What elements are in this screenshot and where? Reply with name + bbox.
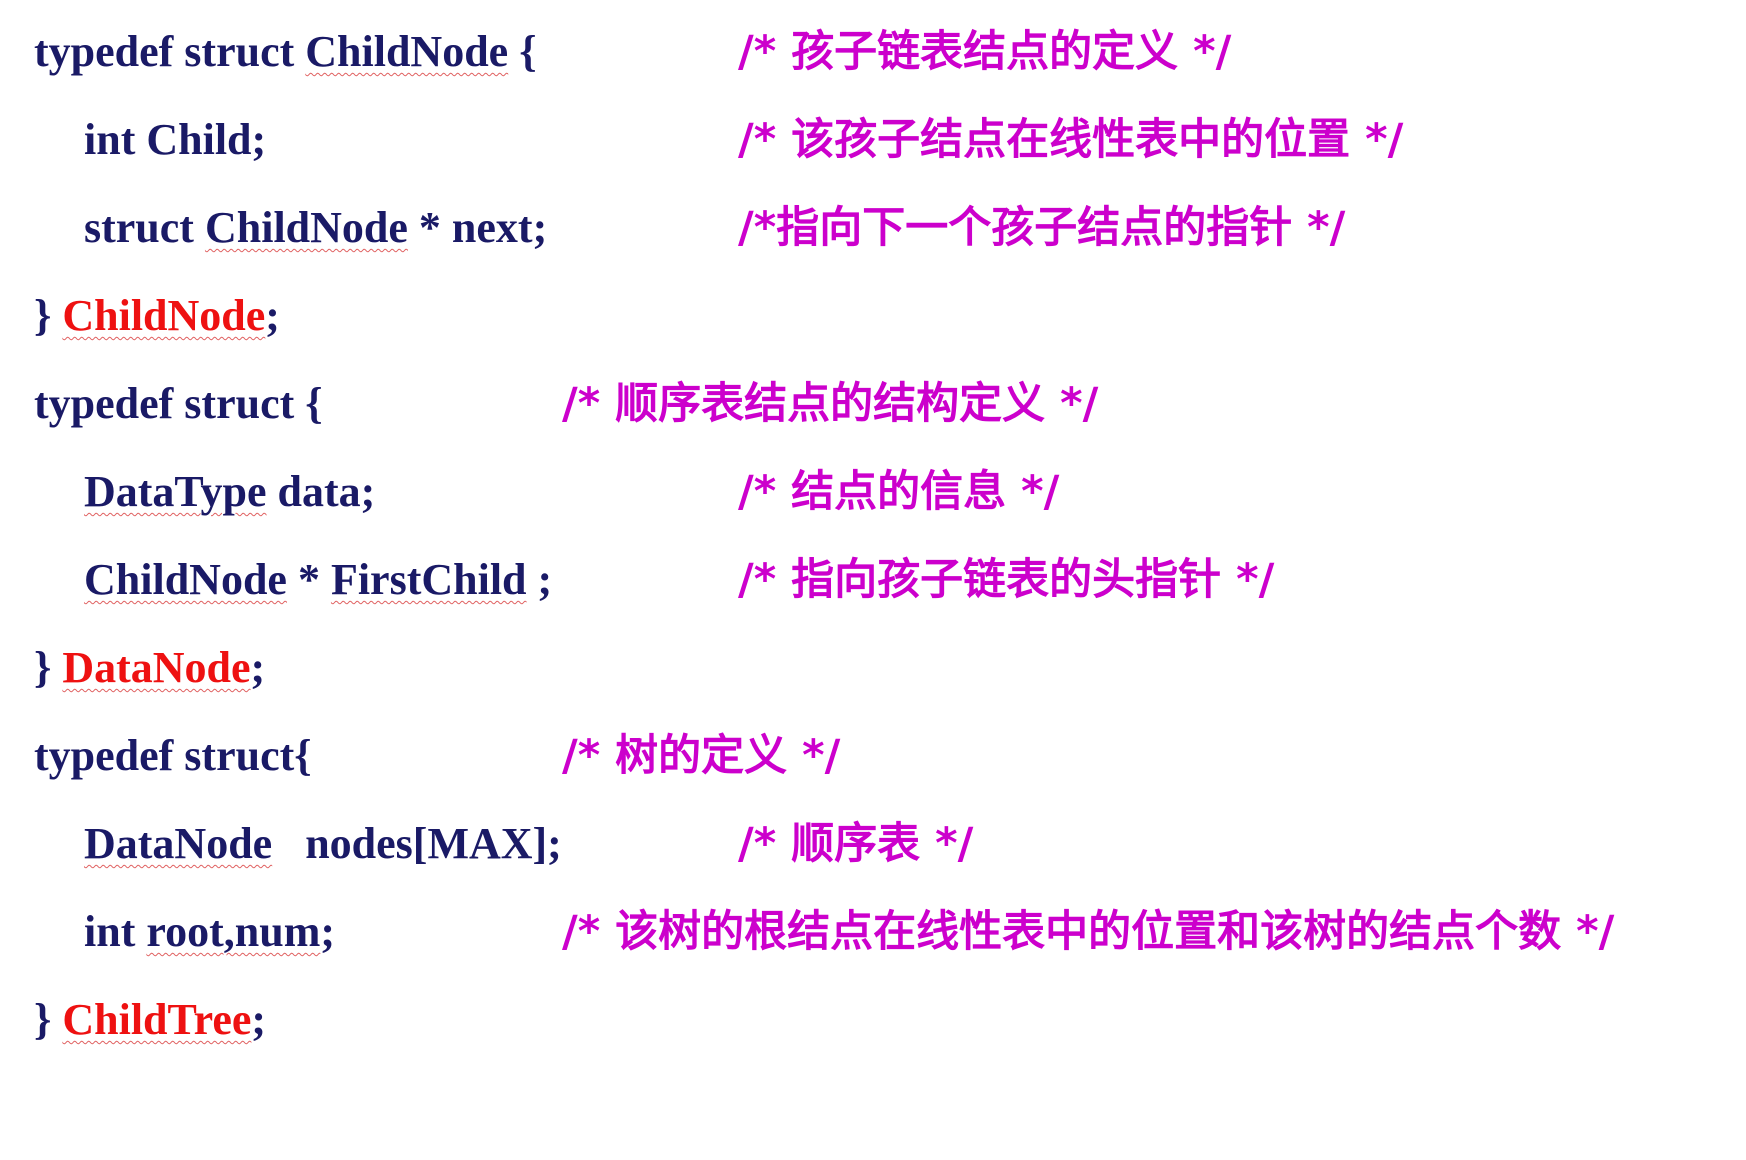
code-text: } DataNode; [34,638,265,698]
code-line-5: typedef struct { /* 顺序表结点的结构定义 */ [0,374,1746,434]
type-name: DataType [84,467,267,516]
type-name: DataNode [84,819,273,868]
code-listing: typedef struct ChildNode { /* 孩子链表结点的定义 … [0,0,1746,1160]
code-punct: ; [265,291,280,340]
code-punct: ; [526,555,553,604]
code-line-8: } DataNode; [0,638,1746,698]
code-text: typedef struct ChildNode { [34,22,537,82]
code-punct: * next; [407,203,548,252]
code-comment: /*指向下一个孩子结点的指针 */ [738,203,1346,253]
code-line-7: ChildNode * FirstChild ; /* 指向孩子链表的头指针 *… [0,550,1746,610]
code-punct: ; [250,643,266,692]
code-keyword: struct [84,203,205,252]
code-text: } ChildTree; [34,990,266,1050]
code-line-1: typedef struct ChildNode { /* 孩子链表结点的定义 … [0,22,1746,82]
field-name: root,num [146,907,321,956]
code-comment: /* 顺序表结点的结构定义 */ [562,379,1099,429]
code-punct: } [34,291,63,340]
code-text: int root,num; [84,902,335,962]
code-text: struct ChildNode * next; [84,198,547,258]
code-comment: /* 结点的信息 */ [738,467,1060,517]
code-text: typedef struct{ [34,731,312,780]
typedef-name: ChildTree [62,995,252,1044]
typedef-name: DataNode [62,643,251,692]
code-text: ChildNode * FirstChild ; [84,550,552,610]
code-comment: /* 指向孩子链表的头指针 */ [738,555,1275,605]
code-punct: data; [266,467,376,516]
type-name: ChildNode [305,27,509,76]
code-line-6: DataType data; /* 结点的信息 */ [0,462,1746,522]
field-name: FirstChild [330,555,527,604]
type-name: ChildNode [84,555,287,604]
typedef-name: ChildNode [62,291,266,340]
code-text: int Child; [84,115,267,164]
code-keyword: typedef struct [34,27,306,76]
code-line-11: int root,num; /* 该树的根结点在线性表中的位置和该树的结点个数 … [0,902,1746,962]
code-punct: ; [251,995,267,1044]
code-line-9: typedef struct{ /* 树的定义 */ [0,726,1746,786]
code-comment: /* 顺序表 */ [738,819,974,869]
code-punct: * [286,555,331,604]
code-line-12: } ChildTree; [0,990,1746,1050]
code-punct: { [508,27,537,76]
code-line-10: DataNode nodes[MAX]; /* 顺序表 */ [0,814,1746,874]
code-comment: /* 该孩子结点在线性表中的位置 */ [738,115,1404,165]
code-comment: /* 树的定义 */ [562,731,841,781]
code-comment: /* 该树的根结点在线性表中的位置和该树的结点个数 */ [562,907,1615,957]
code-keyword: int [84,907,147,956]
code-punct: ; [320,907,335,956]
code-text: DataNode nodes[MAX]; [84,814,562,874]
code-line-3: struct ChildNode * next; /*指向下一个孩子结点的指针 … [0,198,1746,258]
code-comment: /* 孩子链表结点的定义 */ [738,27,1232,77]
code-text: typedef struct { [34,379,323,428]
code-punct: nodes[MAX]; [272,819,562,868]
code-punct: } [34,995,63,1044]
code-punct: } [34,643,63,692]
code-text: } ChildNode; [34,286,280,346]
code-line-2: int Child; /* 该孩子结点在线性表中的位置 */ [0,110,1746,170]
type-name: ChildNode [204,203,408,252]
code-line-4: } ChildNode; [0,286,1746,346]
code-text: DataType data; [84,462,375,522]
